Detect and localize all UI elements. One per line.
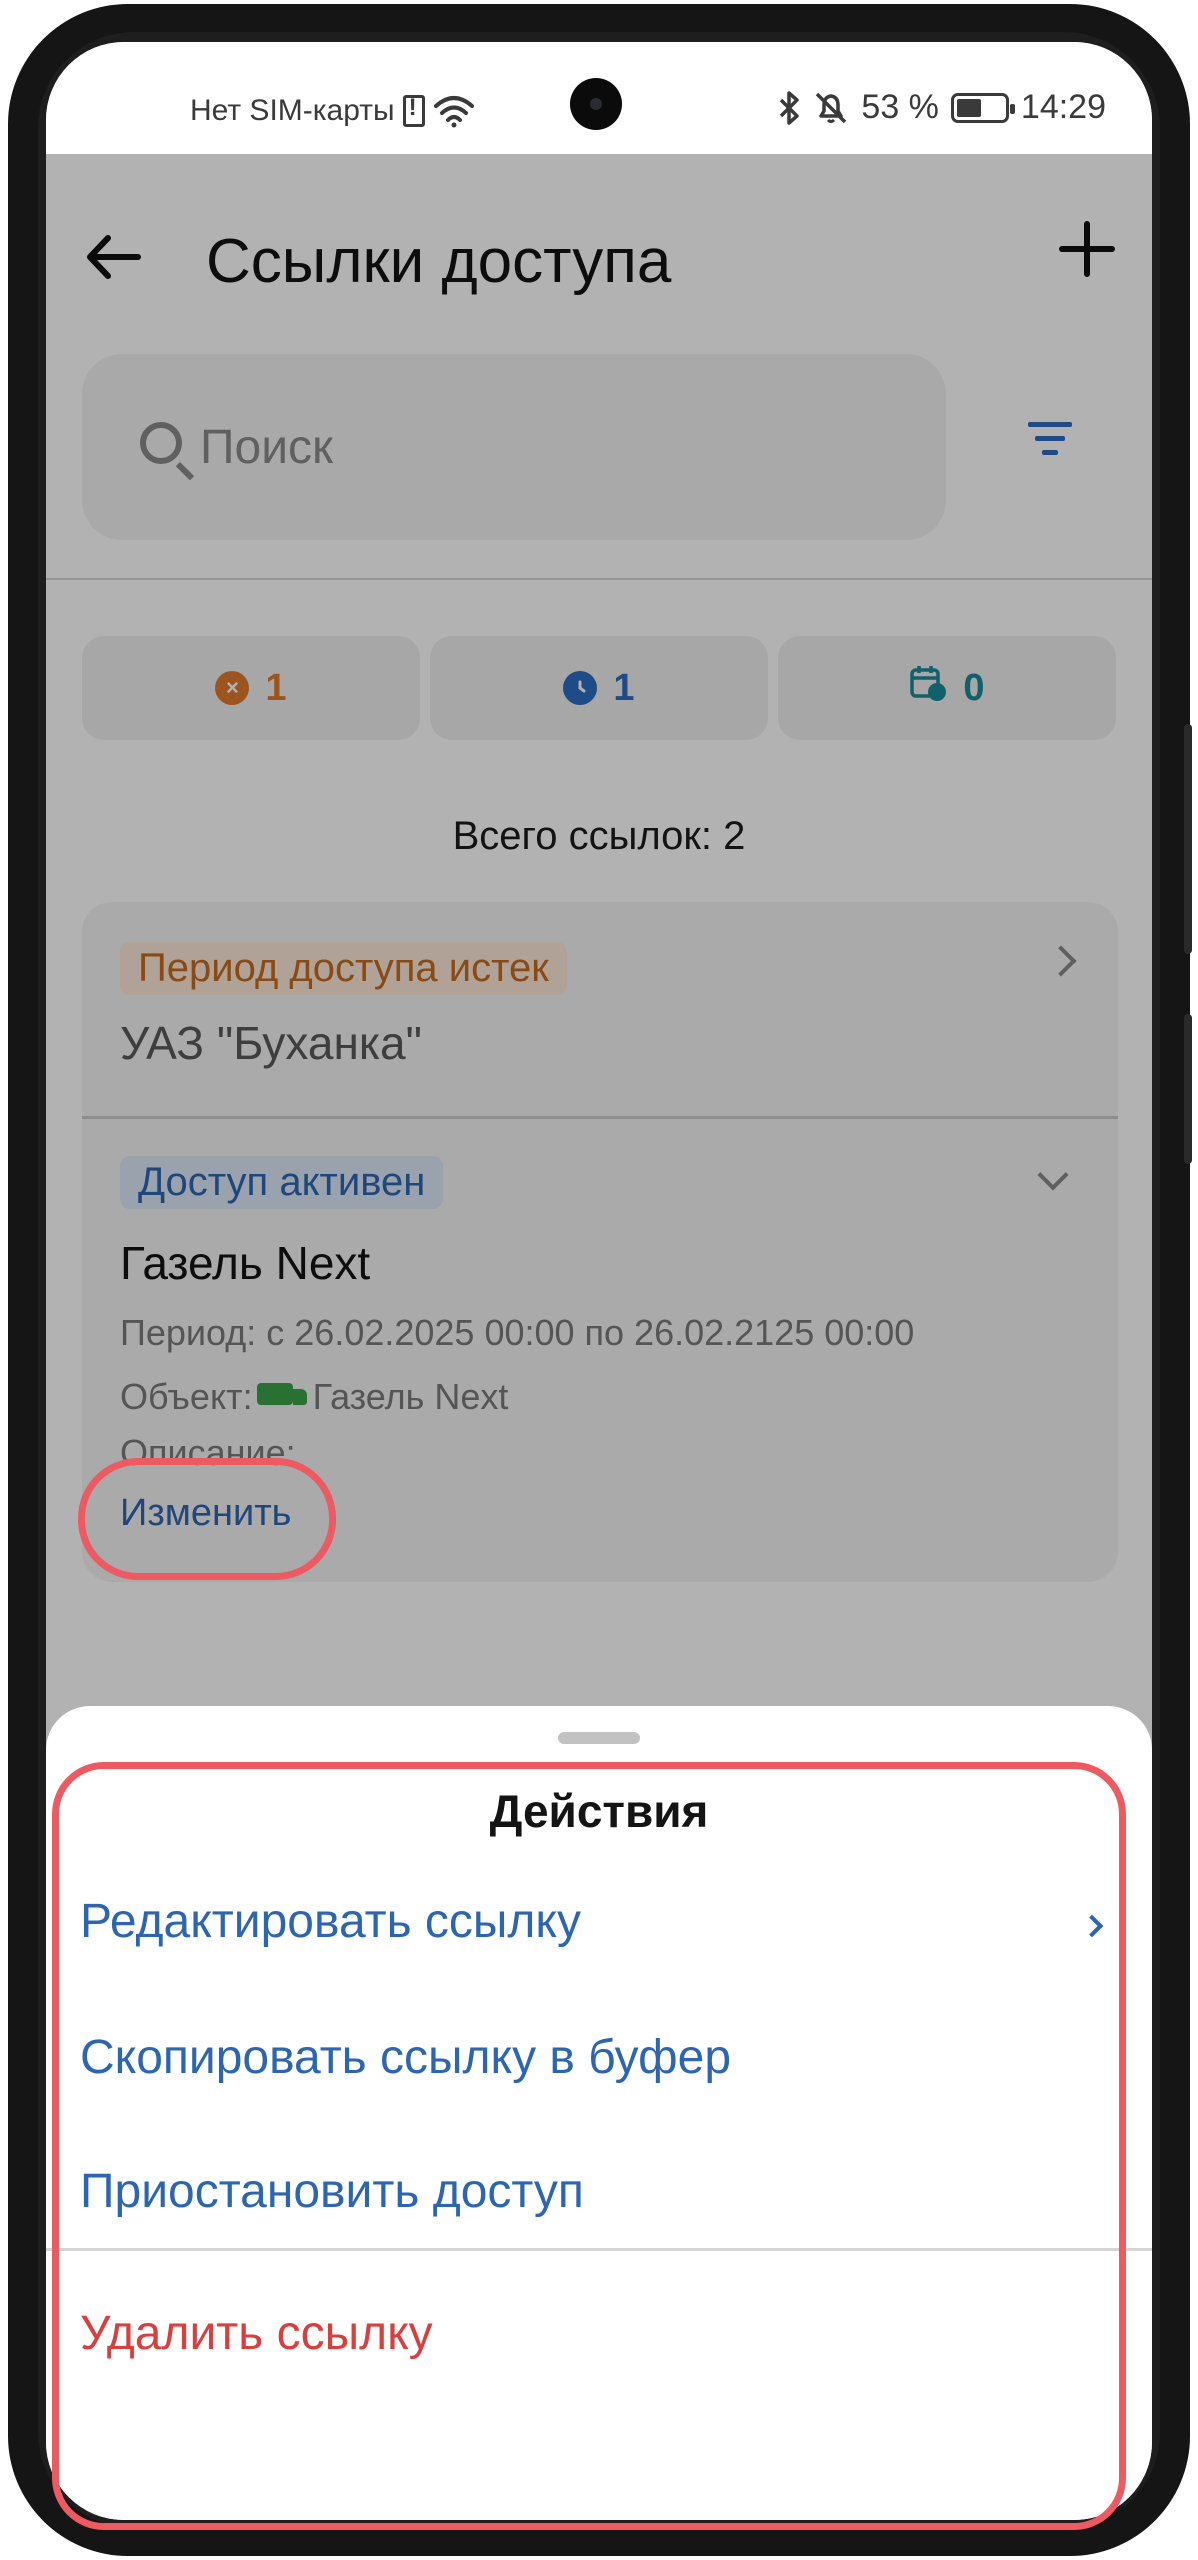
highlight-actions-sheet xyxy=(52,1762,1126,2530)
carrier-text: Нет SIM-карты xyxy=(190,94,395,127)
status-bar-left: Нет SIM-карты xyxy=(190,94,475,128)
sheet-drag-handle[interactable] xyxy=(558,1732,640,1744)
battery-icon xyxy=(950,92,1015,123)
power-button xyxy=(1184,1014,1192,1164)
bell-off-icon xyxy=(816,92,847,123)
front-camera xyxy=(570,78,622,130)
battery-percent: 53 % xyxy=(861,88,939,126)
status-bar: Нет SIM-карты 53 % 14:29 xyxy=(46,42,1152,154)
status-bar-right: 53 % 14:29 xyxy=(777,88,1106,127)
volume-button xyxy=(1184,724,1192,954)
sim-alert-icon xyxy=(402,94,425,127)
bluetooth-icon xyxy=(780,90,800,125)
wifi-icon xyxy=(433,96,474,128)
highlight-edit-link xyxy=(78,1458,336,1580)
clock-time: 14:29 xyxy=(1020,88,1106,126)
